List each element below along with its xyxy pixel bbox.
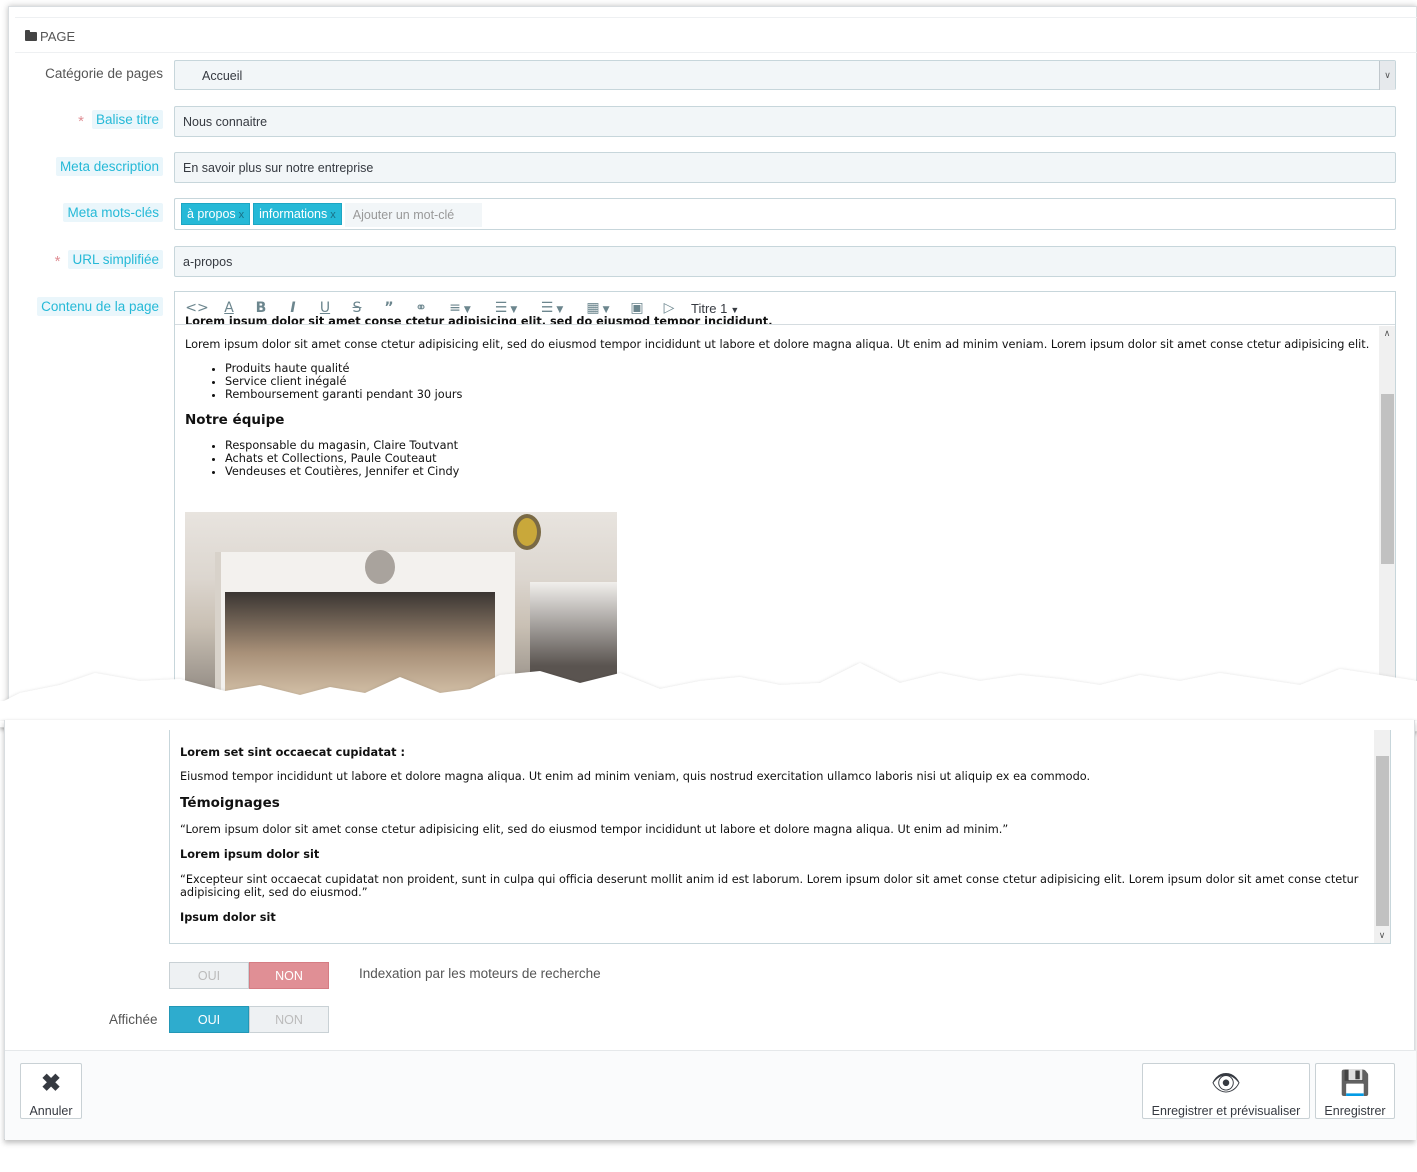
heading-select[interactable]: Titre 1 ▼	[691, 301, 739, 316]
editor-content[interactable]: Lorem ipsum dolor sit amet conse ctetur …	[185, 315, 1370, 478]
numbered-list-icon[interactable]: ☰ ▼	[529, 300, 575, 316]
testimonial-author: Lorem ipsum dolor sit	[180, 848, 320, 861]
cancel-button[interactable]: ✖ Annuler	[20, 1063, 82, 1119]
team-heading: Notre équipe	[185, 412, 285, 428]
chevron-down-icon: ▼	[730, 304, 740, 315]
keyword-tag: à propos x	[181, 203, 251, 225]
category-select[interactable]: Accueil ∨	[174, 60, 1396, 90]
rich-text-editor[interactable]: <> A B I U S ” ⚭ ≡ ▼ ☰ ▼ ☰ ▼ ▦ ▼ ▣ ▷ Titre 1…	[174, 291, 1396, 704]
list-item: Remboursement garanti pendant 30 jours	[225, 388, 1370, 401]
rich-text-editor-bottom[interactable]: Lorem set sint occaecat cupidatat : Eius…	[169, 730, 1391, 944]
bold-icon[interactable]: B	[245, 300, 277, 316]
features-list: Produits haute qualité Service client in…	[185, 362, 1370, 401]
bullet-list-icon[interactable]: ☰ ▼	[483, 300, 529, 316]
close-icon: ✖	[40, 1070, 62, 1097]
editor-scrollbar[interactable]: ∧	[1379, 326, 1395, 704]
save-button[interactable]: 💾 Enregistrer	[1315, 1063, 1395, 1119]
list-item: Vendeuses et Coutières, Jennifer et Cind…	[225, 465, 1370, 478]
displayed-oui-option[interactable]: OUI	[169, 1006, 249, 1033]
category-label: Catégorie de pages	[45, 66, 163, 81]
list-item: Achats et Collections, Paule Couteaut	[225, 452, 1370, 465]
form-footer: ✖ Annuler 👁 Enregistrer et prévisualiser…	[5, 1050, 1416, 1140]
scroll-up-icon[interactable]: ∧	[1379, 326, 1395, 342]
save-and-preview-button[interactable]: 👁 Enregistrer et prévisualiser	[1142, 1063, 1310, 1119]
url-label[interactable]: URL simplifiée	[68, 250, 163, 269]
floppy-disk-icon: 💾	[1340, 1070, 1370, 1097]
meta-description-input[interactable]: En savoir plus sur notre entreprise	[174, 152, 1396, 183]
indexation-note: Indexation par les moteurs de recherche	[359, 966, 601, 981]
content-label[interactable]: Contenu de la page	[37, 297, 163, 316]
list-item: Produits haute qualité	[225, 362, 1370, 375]
displayed-non-option[interactable]: NON	[249, 1006, 329, 1033]
remove-tag-icon[interactable]: x	[330, 209, 336, 221]
displayed-switch[interactable]: OUI NON	[169, 1006, 329, 1033]
testimonials-heading: Témoignages	[180, 795, 280, 811]
italic-icon[interactable]: I	[277, 300, 309, 316]
required-marker: *	[54, 253, 61, 270]
url-input[interactable]: a-propos	[174, 246, 1396, 277]
displayed-label: Affichée	[109, 1012, 158, 1027]
align-icon[interactable]: ≡ ▼	[437, 300, 483, 316]
page-form-panel-bottom: Lorem set sint occaecat cupidatat : Eius…	[4, 720, 1416, 1140]
intro-paragraph: Lorem ipsum dolor sit amet conse ctetur …	[185, 338, 1370, 351]
panel-header: PAGE	[15, 17, 1417, 53]
indexation-oui-option[interactable]: OUI	[169, 962, 249, 989]
scrollbar-thumb[interactable]	[1376, 756, 1389, 926]
editor-content-bottom[interactable]: Lorem set sint occaecat cupidatat : Eius…	[180, 746, 1365, 924]
testimonial-author: Ipsum dolor sit	[180, 911, 276, 924]
team-list: Responsable du magasin, Claire Toutvant …	[185, 439, 1370, 478]
body-paragraph: Eiusmod tempor incididunt ut labore et d…	[180, 770, 1091, 783]
list-item: Responsable du magasin, Claire Toutvant	[225, 439, 1370, 452]
title-tag-label[interactable]: Balise titre	[91, 110, 163, 129]
indexation-switch[interactable]: OUI NON	[169, 962, 329, 989]
indexation-non-option[interactable]: NON	[249, 962, 329, 989]
cut-paragraph: Lorem ipsum dolor sit amet conse ctetur …	[185, 315, 773, 324]
code-view-icon[interactable]: <>	[181, 300, 213, 316]
meta-keywords-field[interactable]: à propos x informations x Ajouter un mot-clé	[174, 198, 1396, 230]
meta-description-label[interactable]: Meta description	[55, 157, 163, 176]
quote-icon[interactable]: ”	[373, 300, 405, 316]
strikethrough-icon[interactable]: S	[341, 300, 373, 316]
category-select-value: Accueil	[202, 69, 243, 83]
eye-icon: 👁	[1210, 1070, 1242, 1097]
required-marker: *	[78, 113, 84, 130]
text-color-icon[interactable]: A	[213, 300, 245, 316]
keyword-input[interactable]: Ajouter un mot-clé	[344, 203, 483, 227]
folder-icon	[25, 30, 37, 41]
meta-keywords-label[interactable]: Meta mots-clés	[63, 203, 163, 222]
editor-scrollbar[interactable]: ∨	[1374, 730, 1390, 943]
image-icon[interactable]: ▣	[621, 300, 653, 316]
table-icon[interactable]: ▦ ▼	[575, 300, 621, 316]
cut-heading: Lorem set sint occaecat cupidatat :	[180, 746, 405, 759]
chevron-down-icon[interactable]: ∨	[1379, 61, 1395, 90]
list-item: Service client inégalé	[225, 375, 1370, 388]
testimonial-quote: “Lorem ipsum dolor sit amet conse ctetur…	[180, 823, 1009, 836]
underline-icon[interactable]: U	[309, 300, 341, 316]
panel-title: PAGE	[40, 29, 76, 44]
testimonial-quote: “Excepteur sint occaecat cupidatat non p…	[180, 873, 1359, 899]
link-icon[interactable]: ⚭	[405, 300, 437, 316]
scroll-down-icon[interactable]: ∨	[1374, 929, 1390, 943]
title-tag-input[interactable]: Nous connaitre	[174, 106, 1396, 137]
video-icon[interactable]: ▷	[653, 300, 685, 316]
remove-tag-icon[interactable]: x	[239, 209, 245, 221]
keyword-tag: informations x	[253, 203, 342, 225]
scrollbar-thumb[interactable]	[1381, 394, 1394, 564]
